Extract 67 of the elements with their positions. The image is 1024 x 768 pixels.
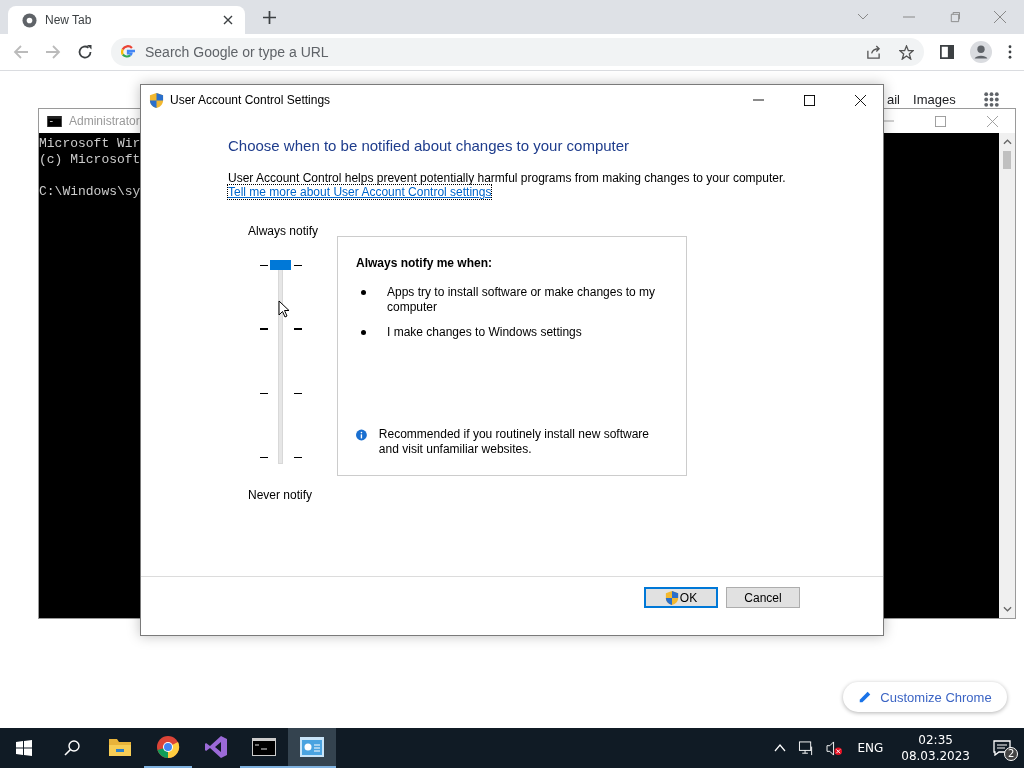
- share-icon[interactable]: [866, 44, 881, 60]
- browser-icon: [156, 735, 180, 759]
- address-bar[interactable]: Search Google or type a URL: [111, 38, 924, 66]
- window-title: User Account Control Settings: [170, 93, 331, 107]
- shield-icon: [149, 91, 164, 109]
- start-icon[interactable]: [16, 740, 32, 756]
- bullet-text: Apps try to install software or make changes to my computer: [387, 285, 657, 315]
- close-icon[interactable]: [223, 15, 233, 25]
- info-icon: [356, 427, 367, 443]
- shield-icon: [664, 589, 679, 606]
- panel-heading: Always notify me when:: [356, 256, 494, 270]
- minimize-icon[interactable]: [883, 120, 894, 122]
- terminal-icon: [252, 738, 276, 756]
- cursor-icon: [278, 300, 290, 318]
- scroll-down-icon[interactable]: [1002, 606, 1012, 612]
- page-link[interactable]: Images: [913, 92, 956, 107]
- taskbar-app[interactable]: [288, 728, 336, 768]
- ok-button[interactable]: OK: [644, 587, 718, 608]
- folder-icon: [108, 737, 132, 757]
- slider-label: Always notify: [248, 224, 320, 238]
- new-tab-icon[interactable]: [263, 10, 276, 24]
- console-line: Microsoft Wir: [39, 136, 141, 152]
- reload-icon[interactable]: [77, 44, 93, 60]
- console-icon: [47, 115, 62, 127]
- apps-grid-icon[interactable]: [982, 91, 1000, 108]
- slider-thumb[interactable]: [270, 260, 291, 270]
- chevron-up-icon[interactable]: [774, 744, 787, 752]
- tab-title: New Tab: [45, 13, 93, 27]
- customize-chrome-button[interactable]: Customize Chrome: [843, 682, 1007, 712]
- network-icon[interactable]: [798, 740, 815, 756]
- notify-slider[interactable]: [260, 260, 302, 464]
- bullet-icon: [361, 290, 366, 295]
- close-icon[interactable]: [855, 94, 866, 106]
- chrome-icon: [22, 12, 37, 28]
- page-link[interactable]: ail: [887, 92, 900, 107]
- slider-label: Never notify: [248, 488, 314, 502]
- window-title: Administrator: [69, 114, 140, 128]
- scroll-thumb[interactable]: [1003, 151, 1011, 169]
- chevron-down-icon[interactable]: [857, 13, 869, 21]
- notification-count: 2: [1004, 747, 1019, 761]
- scroll-up-icon[interactable]: [1002, 139, 1012, 145]
- side-panel-icon[interactable]: [940, 45, 954, 59]
- bullet-icon: [361, 330, 366, 335]
- volume-muted-icon[interactable]: [826, 740, 844, 756]
- browser-tab[interactable]: New Tab: [8, 6, 245, 34]
- language-indicator[interactable]: ENG: [857, 741, 884, 755]
- help-link[interactable]: Tell me more about User Account Control settings: [228, 185, 492, 199]
- google-icon: [121, 45, 135, 59]
- maximize-icon[interactable]: [804, 94, 815, 106]
- control-panel-icon: [300, 737, 324, 757]
- ribbon-logo-icon: [204, 735, 228, 759]
- note-text: Recommended if you routinely install new software and visit unfamiliar websites.: [378, 427, 650, 457]
- dialog-heading: Choose when to be notified about changes to your computer: [228, 137, 630, 154]
- menu-icon[interactable]: [1008, 45, 1012, 59]
- search-field[interactable]: Search Google or type a URL: [143, 43, 848, 61]
- description-text: User Account Control helps prevent potentially harmful programs from making changes to your computer.: [228, 171, 786, 185]
- clock-date[interactable]: 08.03.2023: [901, 748, 970, 764]
- star-icon[interactable]: [899, 44, 914, 60]
- console-line: C:\Windows\sy: [39, 184, 141, 200]
- pencil-icon: [858, 690, 873, 704]
- avatar-icon[interactable]: [970, 41, 992, 63]
- scrollbar[interactable]: [999, 133, 1015, 618]
- search-icon[interactable]: [64, 740, 80, 756]
- clock-time[interactable]: 02:35: [918, 732, 953, 748]
- console-line: (c) Microsoft: [39, 152, 141, 168]
- bullet-text: I make changes to Windows settings: [387, 325, 582, 340]
- cancel-button[interactable]: Cancel: [726, 587, 800, 608]
